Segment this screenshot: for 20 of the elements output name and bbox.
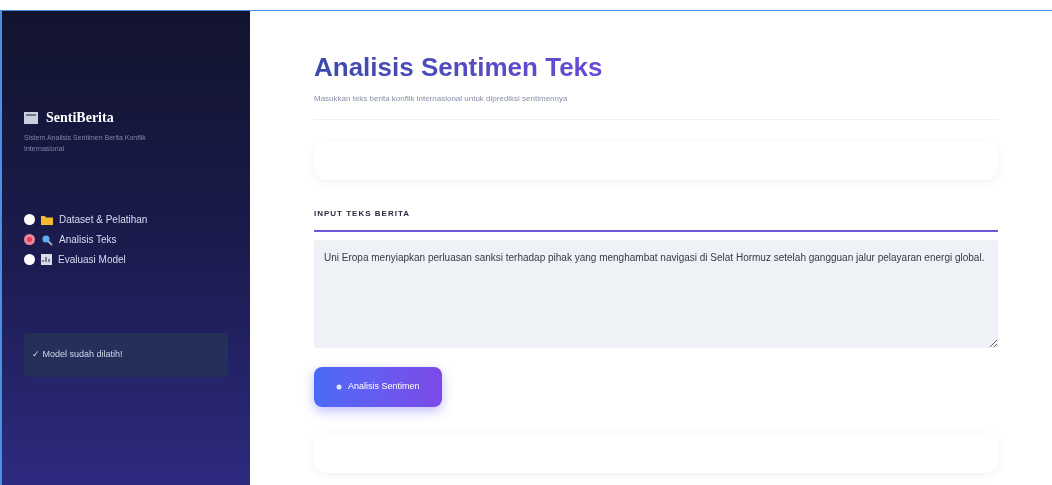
nav-label: Dataset & Pelatihan bbox=[59, 213, 148, 227]
radio-button[interactable] bbox=[24, 254, 35, 265]
search-icon bbox=[41, 233, 53, 246]
chart-icon bbox=[41, 254, 52, 265]
nav-item[interactable]: Dataset & Pelatihan bbox=[24, 212, 228, 227]
news-text-field[interactable]: Uni Eropa menyiapkan perluasan sanksi terhadap pihak yang menghambat navigasi di Selat Hormuz setelah gangguan jalur pelayaran energi global. bbox=[314, 240, 998, 348]
radio-button[interactable] bbox=[24, 214, 35, 225]
folder-icon bbox=[41, 214, 53, 225]
nav-item[interactable]: Analisis Teks bbox=[24, 232, 228, 247]
page-subtitle: Masukkan teks berita konflik internasional untuk diprediksi sentimennya bbox=[314, 93, 998, 120]
section-title: INPUT TEKS BERITA bbox=[314, 208, 998, 232]
sparkle-icon bbox=[336, 384, 342, 390]
brand-title: SentiBerita bbox=[46, 109, 114, 127]
status-card: ✓ Model sudah dilatih! bbox=[24, 333, 228, 377]
nav-item[interactable]: Evaluasi Model bbox=[24, 252, 228, 267]
nav-label: Evaluasi Model bbox=[58, 253, 126, 267]
analyze-button[interactable]: Analisis Sentimen bbox=[314, 367, 442, 407]
nav-label: Analisis Teks bbox=[59, 233, 117, 247]
newspaper-icon bbox=[24, 111, 38, 124]
radio-button[interactable] bbox=[24, 234, 35, 245]
